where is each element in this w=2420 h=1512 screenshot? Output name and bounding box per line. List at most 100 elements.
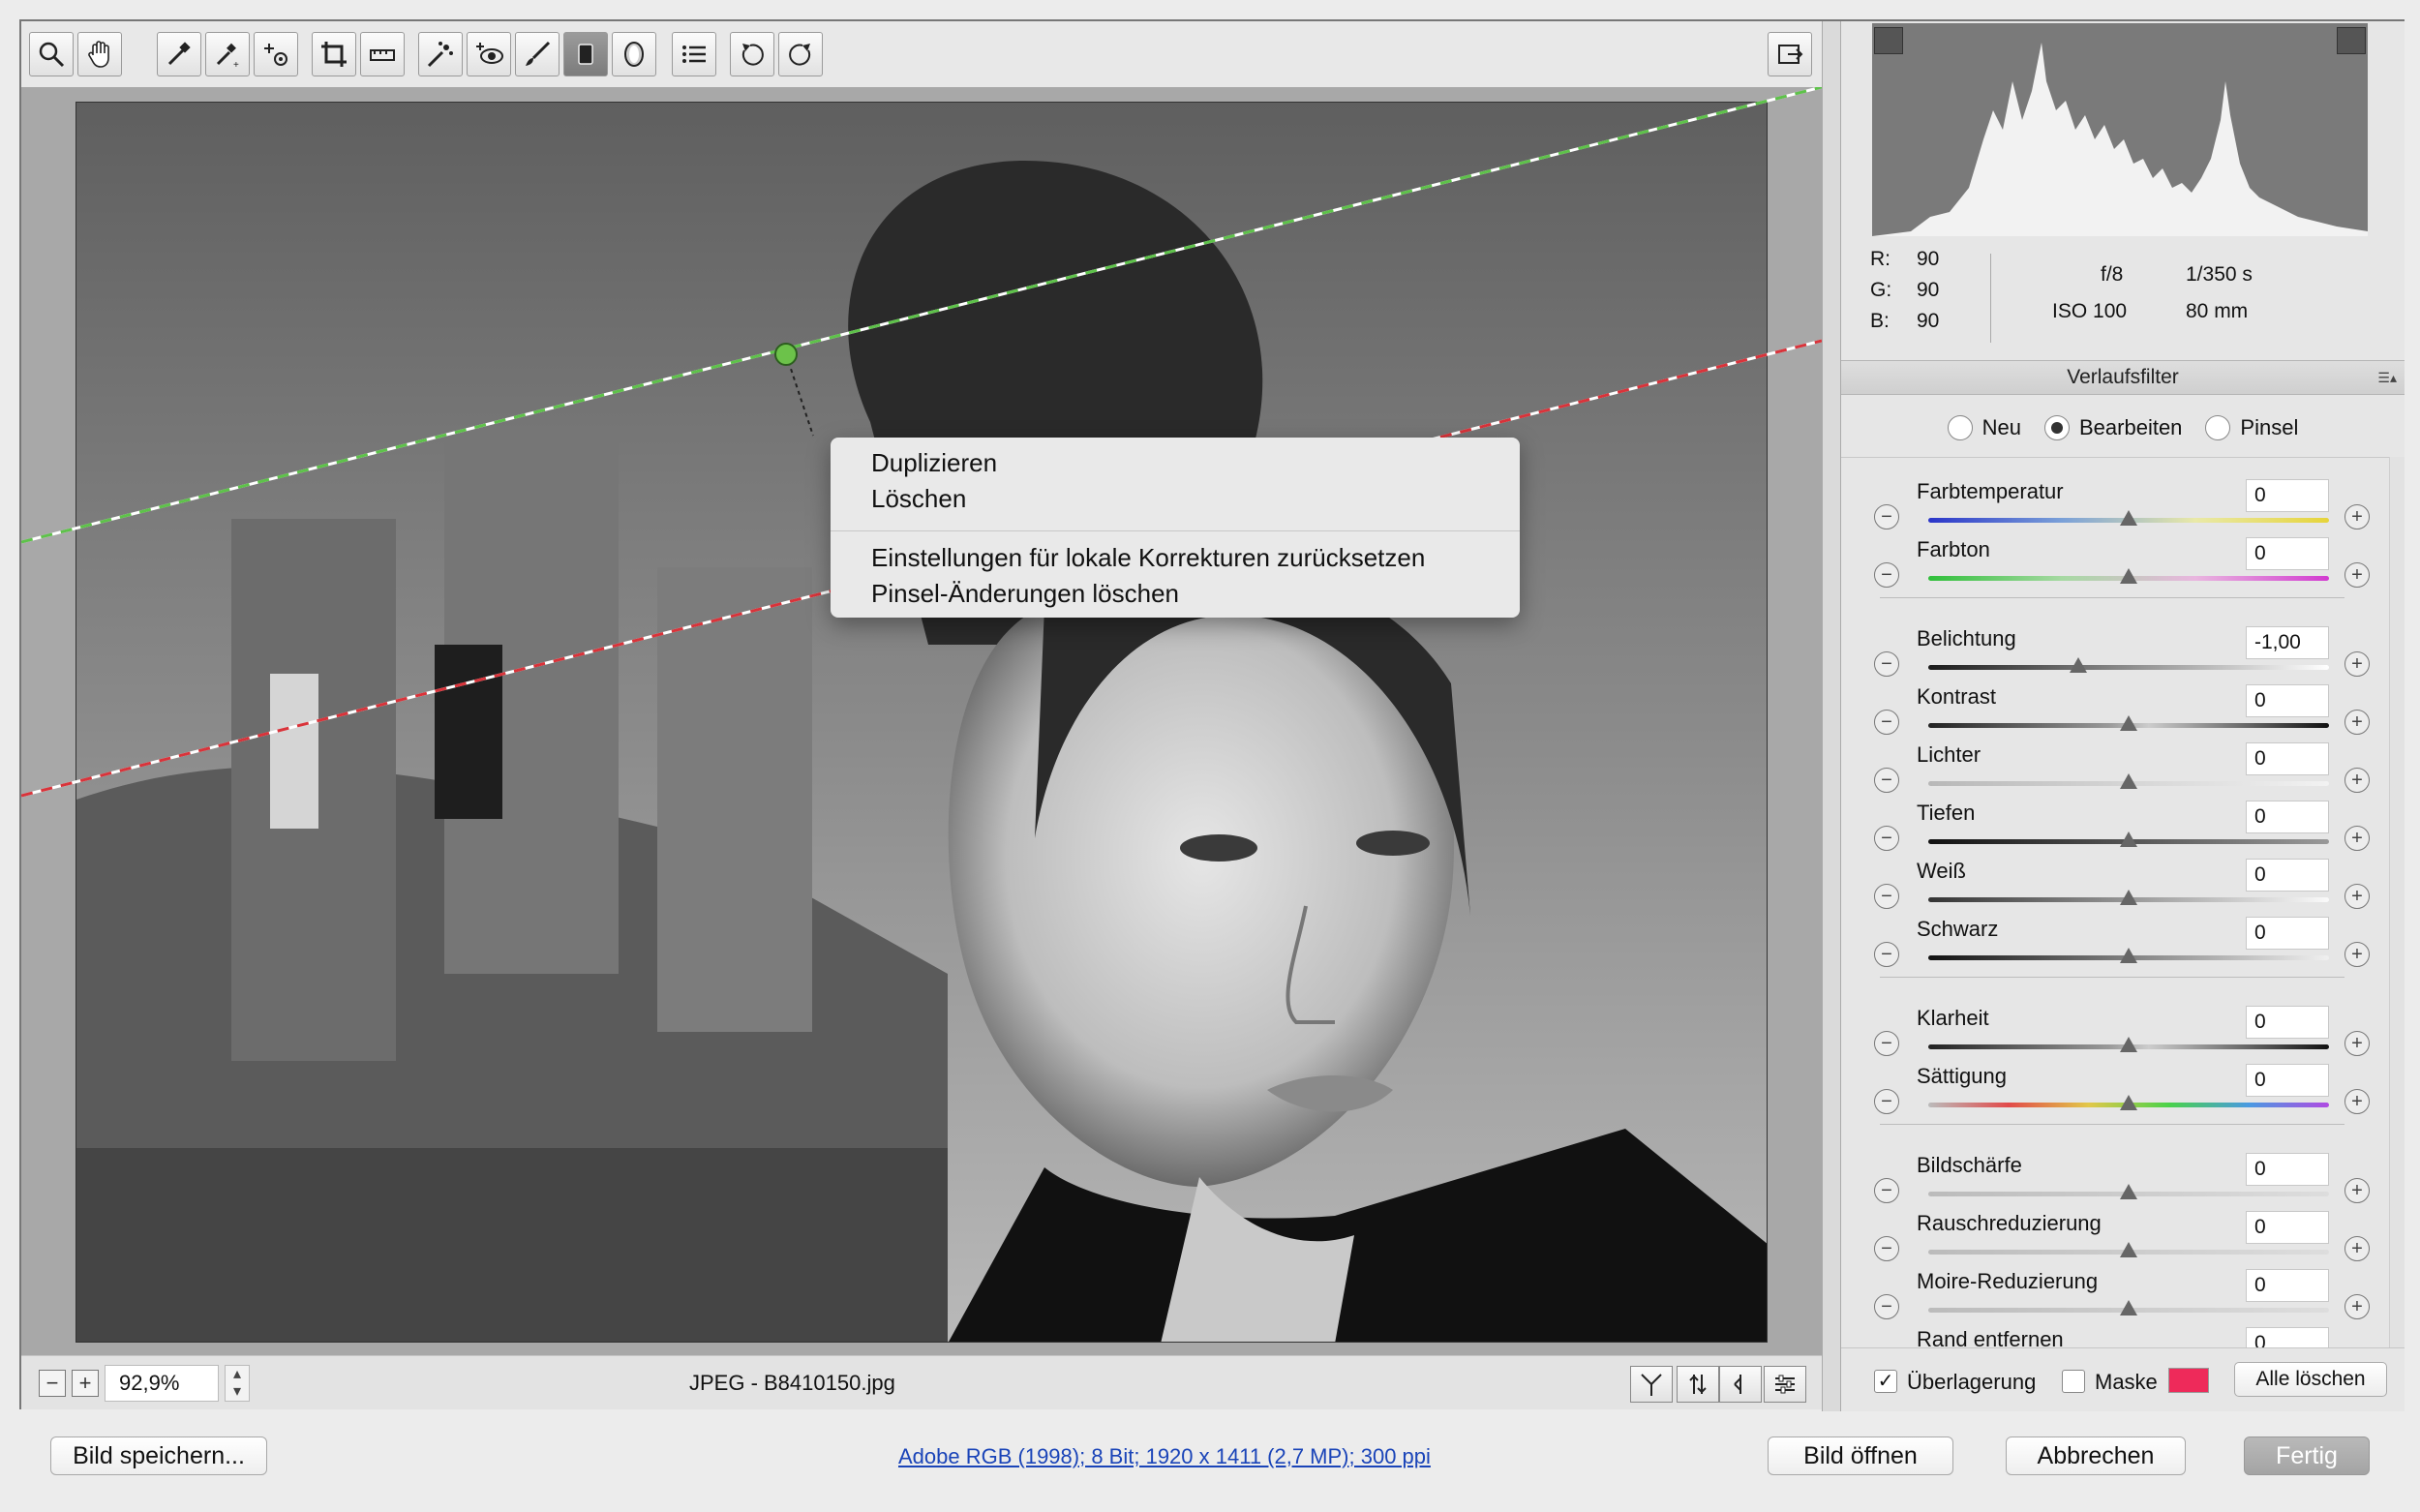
increase-icon[interactable]: + (2344, 710, 2370, 735)
copy-settings-icon[interactable] (1719, 1366, 1762, 1403)
zoom-in-button[interactable]: + (72, 1370, 99, 1397)
slider-track[interactable] (1928, 665, 2329, 670)
increase-icon[interactable]: + (2344, 1236, 2370, 1261)
slider-value-field[interactable]: 0 (2246, 1153, 2329, 1186)
slider-value-field[interactable]: 0 (2246, 1327, 2329, 1347)
decrease-icon[interactable]: − (1874, 826, 1899, 851)
decrease-icon[interactable]: − (1874, 1178, 1899, 1203)
decrease-icon[interactable]: − (1874, 884, 1899, 909)
clear-all-button[interactable]: Alle löschen (2234, 1362, 2387, 1397)
decrease-icon[interactable]: − (1874, 710, 1899, 735)
increase-icon[interactable]: + (2344, 826, 2370, 851)
slider-value-field[interactable]: -1,00 (2246, 626, 2329, 659)
adjustment-brush-icon[interactable] (515, 32, 560, 76)
mask-color-swatch[interactable] (2168, 1368, 2209, 1393)
increase-icon[interactable]: + (2344, 884, 2370, 909)
slider-value-field[interactable]: 0 (2246, 1211, 2329, 1244)
increase-icon[interactable]: + (2344, 562, 2370, 588)
slider-value-field[interactable]: 0 (2246, 801, 2329, 833)
slider-value-field[interactable]: 0 (2246, 684, 2329, 717)
increase-icon[interactable]: + (2344, 1294, 2370, 1319)
red-eye-icon[interactable] (467, 32, 511, 76)
mask-checkbox[interactable] (2062, 1370, 2085, 1393)
highlight-clipping-icon[interactable] (2337, 27, 2366, 54)
save-image-button[interactable]: Bild speichern... (50, 1436, 267, 1475)
open-image-button[interactable]: Bild öffnen (1768, 1436, 1953, 1475)
slider-thumb[interactable] (2120, 832, 2137, 847)
rotate-right-icon[interactable] (778, 32, 823, 76)
slider-thumb[interactable] (2120, 890, 2137, 905)
panel-scrollbar[interactable] (2389, 457, 2405, 1347)
mode-new[interactable]: Neu (1947, 415, 2021, 440)
slider-value-field[interactable]: 0 (2246, 742, 2329, 775)
decrease-icon[interactable]: − (1874, 942, 1899, 967)
slider-thumb[interactable] (2120, 715, 2137, 731)
slider-value-field[interactable]: 0 (2246, 917, 2329, 950)
increase-icon[interactable]: + (2344, 651, 2370, 677)
slider-thumb[interactable] (2120, 568, 2137, 584)
slider-value-field[interactable]: 0 (2246, 1006, 2329, 1039)
menu-item-reset-local[interactable]: Einstellungen für lokale Korrekturen zur… (831, 540, 1520, 576)
slider-thumb[interactable] (2120, 773, 2137, 789)
panel-divider[interactable] (1822, 21, 1841, 1411)
mode-brush[interactable]: Pinsel (2205, 415, 2298, 440)
slider-thumb[interactable] (2120, 1300, 2137, 1315)
menu-item-delete[interactable]: Löschen (831, 481, 1520, 517)
increase-icon[interactable]: + (2344, 504, 2370, 529)
zoom-icon[interactable] (29, 32, 74, 76)
zoom-stepper[interactable]: ▴ ▾ (225, 1365, 250, 1402)
done-button[interactable]: Fertig (2244, 1436, 2370, 1475)
decrease-icon[interactable]: − (1874, 562, 1899, 588)
shadow-clipping-icon[interactable] (1874, 27, 1903, 54)
slider-thumb[interactable] (2120, 1037, 2137, 1052)
increase-icon[interactable]: + (2344, 1178, 2370, 1203)
slider-value-field[interactable]: 0 (2246, 1269, 2329, 1302)
white-balance-icon[interactable] (157, 32, 201, 76)
straighten-icon[interactable] (360, 32, 405, 76)
radio-edit[interactable] (2044, 415, 2070, 440)
image-preview-area[interactable] (21, 87, 1822, 1355)
slider-thumb[interactable] (2120, 1184, 2137, 1199)
hand-icon[interactable] (77, 32, 122, 76)
slider-thumb[interactable] (2070, 657, 2088, 673)
overlay-checkbox[interactable]: ✓ (1874, 1370, 1897, 1393)
before-after-icon[interactable] (1630, 1366, 1673, 1403)
graduated-filter-icon[interactable] (563, 32, 608, 76)
slider-value-field[interactable]: 0 (2246, 537, 2329, 570)
targeted-adjustment-icon[interactable] (254, 32, 298, 76)
slider-value-field[interactable]: 0 (2246, 1064, 2329, 1097)
slider-value-field[interactable]: 0 (2246, 859, 2329, 892)
increase-icon[interactable]: + (2344, 768, 2370, 793)
decrease-icon[interactable]: − (1874, 1294, 1899, 1319)
radio-brush[interactable] (2205, 415, 2231, 440)
radial-filter-icon[interactable] (612, 32, 656, 76)
decrease-icon[interactable]: − (1874, 1031, 1899, 1056)
rotate-left-icon[interactable] (730, 32, 774, 76)
spot-removal-icon[interactable] (418, 32, 463, 76)
slider-thumb[interactable] (2120, 1242, 2137, 1257)
radio-new[interactable] (1947, 415, 1973, 440)
slider-thumb[interactable] (2120, 1095, 2137, 1110)
increase-icon[interactable]: + (2344, 942, 2370, 967)
swap-before-after-icon[interactable] (1677, 1366, 1719, 1403)
slider-thumb[interactable] (2120, 948, 2137, 963)
crop-icon[interactable] (312, 32, 356, 76)
increase-icon[interactable]: + (2344, 1031, 2370, 1056)
menu-item-clear-brush[interactable]: Pinsel-Änderungen löschen (831, 576, 1520, 612)
decrease-icon[interactable]: − (1874, 504, 1899, 529)
zoom-out-button[interactable]: − (39, 1370, 66, 1397)
slider-thumb[interactable] (2120, 510, 2137, 526)
zoom-level-field[interactable]: 92,9% (105, 1365, 219, 1402)
menu-item-duplicate[interactable]: Duplizieren (831, 445, 1520, 481)
filter-pin[interactable] (774, 343, 798, 366)
panel-menu-icon[interactable]: ☰▴ (2377, 361, 2397, 394)
cancel-button[interactable]: Abbrechen (2006, 1436, 2186, 1475)
decrease-icon[interactable]: − (1874, 1089, 1899, 1114)
mode-edit[interactable]: Bearbeiten (2044, 415, 2182, 440)
workflow-options-link[interactable]: Adobe RGB (1998); 8 Bit; 1920 x 1411 (2,… (898, 1444, 1431, 1469)
decrease-icon[interactable]: − (1874, 1236, 1899, 1261)
decrease-icon[interactable]: − (1874, 651, 1899, 677)
color-sampler-icon[interactable]: + (205, 32, 250, 76)
decrease-icon[interactable]: − (1874, 768, 1899, 793)
increase-icon[interactable]: + (2344, 1089, 2370, 1114)
